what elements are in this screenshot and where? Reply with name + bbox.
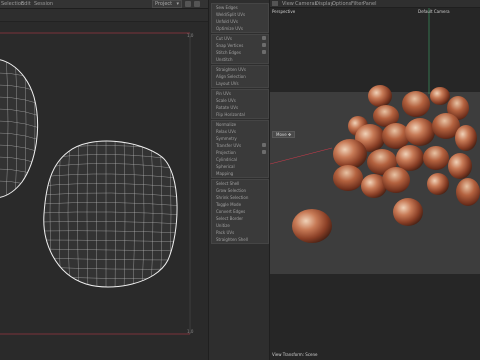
tool-row[interactable]: Unfold UVs [212,18,268,25]
tool-row[interactable]: Optimize UVs [212,25,268,32]
project-dropdown-value: Project [155,1,173,7]
tool-row-label: Snap Vertices [216,43,244,48]
menu-view[interactable]: View [282,1,294,7]
uv-canvas[interactable]: 1,0 1,0 [0,22,208,360]
viewport-menu-icon[interactable] [272,1,278,6]
tool-group-1: Sew Edges Weld/Split UVs Unfold UVs Opti… [211,3,269,33]
tool-row[interactable]: Projection [212,149,268,156]
tool-row[interactable]: Select Shell [212,180,268,187]
tool-row[interactable]: Transfer UVs [212,142,268,149]
uv-shell-left[interactable] [0,52,40,202]
uv-editor-panel: Selection Edit Session Project ▾ 1,0 1,0 [0,0,208,360]
menu-options[interactable]: Options [332,1,351,7]
uv-corner-label-bottom: 1,0 [187,329,194,334]
tool-row[interactable]: Shrink Selection [212,194,268,201]
tool-row[interactable]: Rotate UVs [212,104,268,111]
checkbox-icon[interactable] [262,50,266,54]
settings-icon[interactable] [185,1,191,7]
tool-row-label: Unstitch [216,57,233,62]
camera-view-label: Perspective [272,9,296,14]
checkbox-icon[interactable] [262,150,266,154]
tool-row[interactable]: Pin UVs [212,90,268,97]
tool-row[interactable]: Symmetry [212,135,268,142]
tool-row[interactable]: Sew Edges [212,4,268,11]
tool-row-label: Stitch Edges [216,50,241,55]
tool-group-3: Straighten UVs Align Selection Layout UV… [211,65,269,88]
tool-row[interactable]: Spherical [212,163,268,170]
tool-row-label: Projection [216,150,236,155]
tool-row[interactable]: Unstitch [212,56,268,63]
tool-row[interactable]: Relax UVs [212,128,268,135]
tool-row[interactable]: Toggle Mode [212,201,268,208]
tool-group-5: Normalize Relax UVs Symmetry Transfer UV… [211,120,269,178]
camera-name-label: Default Camera [418,9,450,14]
tool-group-4: Pin UVs Scale UVs Rotate UVs Flip Horizo… [211,89,269,119]
tool-row[interactable]: Normalize [212,121,268,128]
lower-band [270,274,480,360]
viewport-scene[interactable]: Perspective Default Camera Move ✥ View T… [270,8,480,360]
tool-row[interactable]: Cut UVs [212,35,268,42]
checkbox-icon[interactable] [262,143,266,147]
project-dropdown[interactable]: Project ▾ [152,0,182,8]
menu-panel[interactable]: Panel [363,1,377,7]
scene-render [270,8,480,360]
menu-edit[interactable]: Edit [21,1,31,7]
tool-row[interactable]: Select Border [212,215,268,222]
menu-cameras[interactable]: Cameras [295,1,317,7]
uv-toolkit-panel: Sew Edges Weld/Split UVs Unfold UVs Opti… [208,0,270,360]
menu-session[interactable]: Session [34,1,53,7]
uv-menubar: Selection Edit Session Project ▾ [0,0,208,9]
close-icon[interactable] [194,1,200,7]
tool-row[interactable]: Align Selection [212,73,268,80]
tool-row[interactable]: Mapping [212,170,268,177]
tool-group-6: Select Shell Grow Selection Shrink Selec… [211,179,269,244]
tool-row-label: Cut UVs [216,36,232,41]
chevron-down-icon: ▾ [176,1,179,7]
tool-row[interactable]: Flip Horizontal [212,111,268,118]
tool-row[interactable]: Straighten UVs [212,66,268,73]
sky-band [270,8,480,92]
viewport-menubar: View Cameras Display Options Filter Pane… [270,0,480,8]
viewport-status: View Transform: Scene [272,352,318,357]
checkbox-icon[interactable] [262,43,266,47]
checkbox-icon[interactable] [262,36,266,40]
tool-row[interactable]: Layout UVs [212,80,268,87]
move-tool-button[interactable]: Move ✥ [272,131,296,138]
menu-filter[interactable]: Filter [351,1,363,7]
tool-row[interactable]: Straighten Shell [212,236,268,243]
tool-row[interactable]: Pack UVs [212,229,268,236]
tool-row[interactable]: Scale UVs [212,97,268,104]
tool-row[interactable]: Cylindrical [212,156,268,163]
uv-shells [0,32,191,335]
tool-row[interactable]: Snap Vertices [212,42,268,49]
viewport-3d[interactable]: View Cameras Display Options Filter Pane… [270,0,480,360]
tool-row[interactable]: Stitch Edges [212,49,268,56]
tool-row[interactable]: Grow Selection [212,187,268,194]
tool-row[interactable]: Convert Edges [212,208,268,215]
tool-group-2: Cut UVs Snap Vertices Stitch Edges Unsti… [211,34,269,64]
uv-corner-label-top: 1,0 [187,33,194,38]
move-tool-label: Move [276,132,287,137]
tool-row-label: Transfer UVs [216,143,242,148]
tool-row[interactable]: Weld/Split UVs [212,11,268,18]
menu-display[interactable]: Display [315,1,333,7]
tool-row[interactable]: Unitize [212,222,268,229]
uv-toolbar [0,9,208,22]
